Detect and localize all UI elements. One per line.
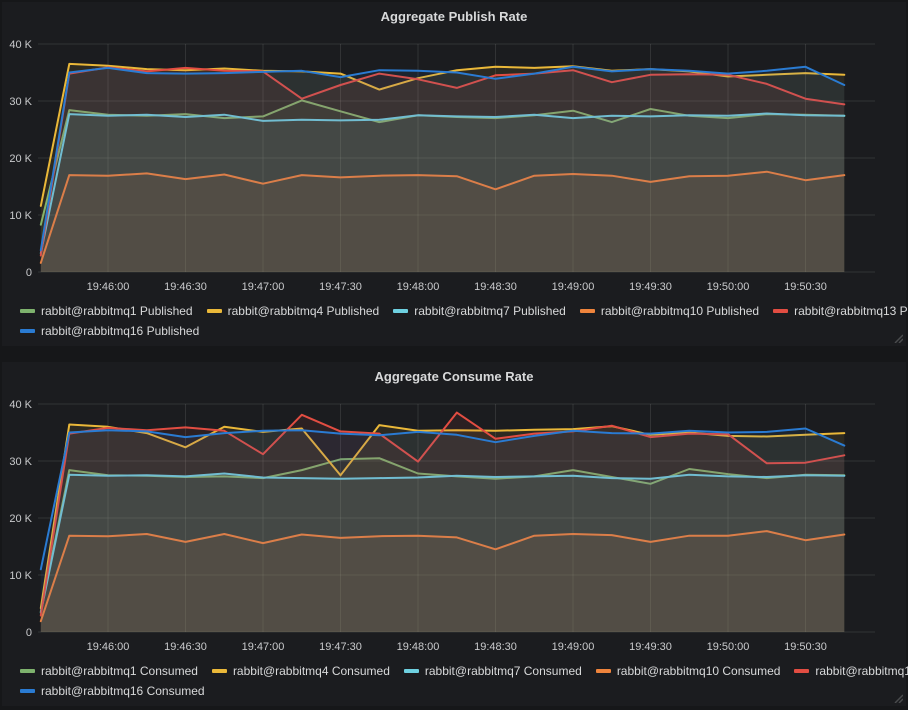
legend-item[interactable]: rabbit@rabbitmq4 Consumed bbox=[212, 661, 390, 681]
panel-aggregate-consume-rate: Aggregate Consume Rate 010 K20 K30 K40 K… bbox=[2, 362, 906, 706]
svg-text:30 K: 30 K bbox=[9, 96, 32, 108]
svg-text:19:49:30: 19:49:30 bbox=[629, 641, 672, 653]
legend-item[interactable]: rabbit@rabbitmq16 Published bbox=[20, 321, 199, 341]
series-fill bbox=[41, 429, 845, 633]
legend-series-label: rabbit@rabbitmq4 Published bbox=[228, 301, 380, 321]
legend-series-swatch bbox=[773, 309, 788, 313]
legend: rabbit@rabbitmq1 Consumedrabbit@rabbitmq… bbox=[20, 661, 900, 701]
legend: rabbit@rabbitmq1 Publishedrabbit@rabbitm… bbox=[20, 301, 900, 341]
y-axis: 0 10 K 20 K 30 K 40 K bbox=[9, 399, 32, 639]
svg-text:19:49:30: 19:49:30 bbox=[629, 281, 672, 293]
svg-text:19:47:30: 19:47:30 bbox=[319, 281, 362, 293]
legend-series-swatch bbox=[404, 669, 419, 673]
legend-series-label: rabbit@rabbitmq7 Consumed bbox=[425, 661, 582, 681]
svg-text:19:50:00: 19:50:00 bbox=[707, 281, 750, 293]
legend-row: rabbit@rabbitmq16 Consumed bbox=[20, 681, 900, 701]
svg-text:10 K: 10 K bbox=[9, 210, 32, 222]
legend-series-swatch bbox=[20, 309, 35, 313]
svg-text:19:48:30: 19:48:30 bbox=[474, 641, 517, 653]
svg-text:10 K: 10 K bbox=[9, 570, 32, 582]
panel-resize-handle[interactable] bbox=[893, 333, 903, 343]
svg-text:19:46:30: 19:46:30 bbox=[164, 281, 207, 293]
legend-item[interactable]: rabbit@rabbitmq10 Published bbox=[580, 301, 759, 321]
legend-row: rabbit@rabbitmq1 Published rabbit@rabbitm… bbox=[20, 301, 900, 321]
legend-item[interactable]: rabbit@rabbitmq7 Published bbox=[393, 301, 566, 321]
svg-text:19:50:30: 19:50:30 bbox=[784, 281, 827, 293]
legend-series-swatch bbox=[20, 689, 35, 693]
series-fill bbox=[41, 67, 845, 272]
legend-series-label: rabbit@rabbitmq16 Consumed bbox=[41, 681, 205, 701]
legend-series-swatch bbox=[596, 669, 611, 673]
legend-series-label: rabbit@rabbitmq4 Consumed bbox=[233, 661, 390, 681]
legend-series-label: rabbit@rabbitmq1 Consumed bbox=[41, 661, 198, 681]
svg-text:19:48:30: 19:48:30 bbox=[474, 281, 517, 293]
legend-series-swatch bbox=[207, 309, 222, 313]
svg-text:19:47:30: 19:47:30 bbox=[319, 641, 362, 653]
legend-item[interactable]: rabbit@rabbitmq7 Consumed bbox=[404, 661, 582, 681]
legend-series-swatch bbox=[794, 669, 809, 673]
panel-resize-handle[interactable] bbox=[893, 693, 903, 703]
legend-series-swatch bbox=[212, 669, 227, 673]
legend-series-label: rabbit@rabbitmq10 Consumed bbox=[617, 661, 781, 681]
legend-item[interactable]: rabbit@rabbitmq1 Consumed bbox=[20, 661, 198, 681]
legend-row: rabbit@rabbitmq16 Published bbox=[20, 321, 900, 341]
svg-text:0: 0 bbox=[26, 267, 32, 279]
legend-row: rabbit@rabbitmq1 Consumed rabbit@rabbitmq… bbox=[20, 661, 900, 681]
svg-text:20 K: 20 K bbox=[9, 513, 32, 525]
svg-text:20 K: 20 K bbox=[9, 153, 32, 165]
panel-aggregate-publish-rate: Aggregate Publish Rate 010 K20 K30 K40 K… bbox=[2, 2, 906, 346]
series-lines bbox=[41, 64, 845, 272]
legend-item[interactable]: rabbit@rabbitmq4 Published bbox=[207, 301, 380, 321]
legend-series-label: rabbit@rabbitmq1 Published bbox=[41, 301, 193, 321]
svg-text:19:46:30: 19:46:30 bbox=[164, 641, 207, 653]
x-axis: 19:46:00 19:46:30 19:47:00 19:47:30 19:48:00… bbox=[87, 641, 827, 653]
svg-text:19:46:00: 19:46:00 bbox=[87, 281, 130, 293]
svg-text:19:49:00: 19:49:00 bbox=[552, 641, 595, 653]
legend-item[interactable]: rabbit@rabbitmq13 Consumed bbox=[794, 661, 908, 681]
svg-text:19:49:00: 19:49:00 bbox=[552, 281, 595, 293]
legend-series-label: rabbit@rabbitmq13 Published bbox=[794, 301, 908, 321]
legend-series-label: rabbit@rabbitmq13 Consumed bbox=[815, 661, 908, 681]
svg-text:19:47:00: 19:47:00 bbox=[242, 281, 285, 293]
legend-item[interactable]: rabbit@rabbitmq1 Published bbox=[20, 301, 193, 321]
svg-text:19:46:00: 19:46:00 bbox=[87, 641, 130, 653]
svg-text:19:47:00: 19:47:00 bbox=[242, 641, 285, 653]
consume-rate-chart[interactable]: 0 10 K 20 K 30 K 40 K 19:46:00 19:46:30 19:47:0… bbox=[2, 362, 906, 658]
svg-text:19:48:00: 19:48:00 bbox=[397, 281, 440, 293]
svg-text:40 K: 40 K bbox=[9, 399, 32, 411]
legend-series-swatch bbox=[20, 669, 35, 673]
svg-text:19:50:30: 19:50:30 bbox=[784, 641, 827, 653]
x-axis: 19:46:00 19:46:30 19:47:00 19:47:30 19:48:00… bbox=[87, 281, 827, 293]
legend-series-swatch bbox=[393, 309, 408, 313]
svg-text:40 K: 40 K bbox=[9, 39, 32, 51]
legend-item[interactable]: rabbit@rabbitmq10 Consumed bbox=[596, 661, 781, 681]
svg-text:30 K: 30 K bbox=[9, 456, 32, 468]
svg-text:19:50:00: 19:50:00 bbox=[707, 641, 750, 653]
legend-item[interactable]: rabbit@rabbitmq16 Consumed bbox=[20, 681, 205, 701]
svg-text:19:48:00: 19:48:00 bbox=[397, 641, 440, 653]
legend-series-swatch bbox=[20, 329, 35, 333]
legend-series-label: rabbit@rabbitmq7 Published bbox=[414, 301, 566, 321]
legend-series-label: rabbit@rabbitmq10 Published bbox=[601, 301, 759, 321]
legend-series-swatch bbox=[580, 309, 595, 313]
svg-text:0: 0 bbox=[26, 627, 32, 639]
legend-item[interactable]: rabbit@rabbitmq13 Published bbox=[773, 301, 908, 321]
legend-series-label: rabbit@rabbitmq16 Published bbox=[41, 321, 199, 341]
y-axis: 0 10 K 20 K 30 K 40 K bbox=[9, 39, 32, 279]
series-lines bbox=[41, 413, 845, 632]
publish-rate-chart[interactable]: 0 10 K 20 K 30 K 40 K 19:46:00 19:46:30 19:47:0… bbox=[2, 2, 906, 298]
